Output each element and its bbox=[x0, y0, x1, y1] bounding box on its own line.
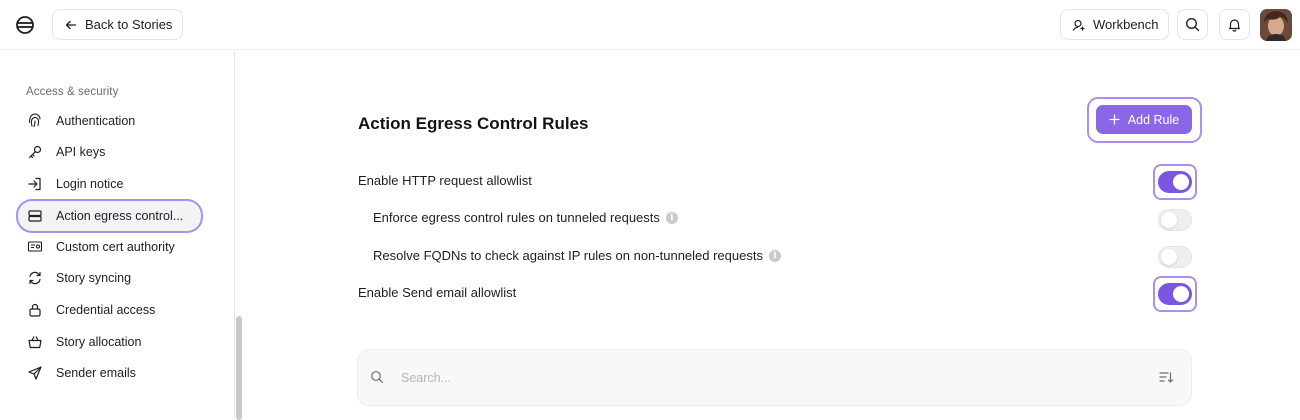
search-button[interactable] bbox=[1177, 9, 1208, 40]
setting-label: Resolve FQDNs to check against IP rules … bbox=[373, 248, 763, 263]
sidebar-item-custom-cert-authority[interactable]: Custom cert authority bbox=[18, 232, 212, 262]
key-icon bbox=[27, 144, 43, 160]
sidebar-item-label: Credential access bbox=[56, 303, 156, 317]
sidebar-scrollbar[interactable] bbox=[236, 316, 242, 420]
back-button-label: Back to Stories bbox=[85, 17, 173, 32]
search-icon bbox=[370, 370, 384, 384]
rules-search-input[interactable] bbox=[401, 368, 1101, 388]
top-bar: Back to Stories Workbench bbox=[0, 0, 1300, 50]
sidebar-item-label: Story allocation bbox=[56, 335, 142, 349]
workbench-button[interactable]: Workbench bbox=[1060, 9, 1169, 40]
login-icon bbox=[27, 176, 43, 192]
certificate-icon bbox=[27, 239, 43, 255]
send-icon bbox=[27, 365, 43, 381]
sidebar-item-label: API keys bbox=[56, 145, 106, 159]
workbench-label: Workbench bbox=[1093, 17, 1159, 32]
arrow-left-icon bbox=[65, 19, 77, 31]
plus-icon bbox=[1109, 114, 1120, 125]
toggle-knob bbox=[1161, 249, 1177, 265]
toggle-knob bbox=[1173, 286, 1189, 302]
sidebar-item-label: Action egress control... bbox=[56, 209, 184, 223]
setting-label: Enable Send email allowlist bbox=[358, 285, 517, 300]
sidebar-item-login-notice[interactable]: Login notice bbox=[18, 169, 212, 199]
user-avatar[interactable] bbox=[1260, 9, 1292, 41]
sidebar-item-label: Sender emails bbox=[56, 366, 136, 380]
sidebar-item-action-egress-control[interactable]: Action egress control... bbox=[18, 201, 201, 231]
toggle-knob bbox=[1173, 174, 1189, 190]
page-title: Action Egress Control Rules bbox=[358, 114, 589, 133]
send-email-allowlist-toggle[interactable] bbox=[1158, 283, 1192, 305]
lock-icon bbox=[27, 302, 43, 318]
setting-http-allowlist-label: Enable HTTP request allowlist bbox=[358, 173, 532, 188]
add-rule-label: Add Rule bbox=[1127, 112, 1180, 127]
add-rule-button[interactable]: Add Rule bbox=[1096, 105, 1192, 134]
resolve-fqdns-toggle[interactable] bbox=[1158, 246, 1192, 268]
toggle-knob bbox=[1161, 212, 1177, 228]
sidebar-item-api-keys[interactable]: API keys bbox=[18, 137, 212, 167]
app-logo-icon[interactable] bbox=[14, 14, 36, 36]
bell-icon bbox=[1227, 17, 1242, 32]
setting-enforce-tunneled-label: Enforce egress control rules on tunneled… bbox=[373, 210, 678, 225]
setting-label: Enable HTTP request allowlist bbox=[358, 173, 532, 188]
fingerprint-icon bbox=[27, 113, 43, 129]
notifications-button[interactable] bbox=[1219, 9, 1250, 40]
setting-resolve-fqdns-label: Resolve FQDNs to check against IP rules … bbox=[373, 248, 781, 263]
sidebar-item-label: Authentication bbox=[56, 114, 136, 128]
sort-icon[interactable] bbox=[1158, 369, 1174, 385]
sidebar-item-story-allocation[interactable]: Story allocation bbox=[18, 327, 212, 357]
sidebar-item-label: Story syncing bbox=[56, 271, 132, 285]
sidebar-item-sender-emails[interactable]: Sender emails bbox=[18, 358, 212, 388]
sidebar-item-authentication[interactable]: Authentication bbox=[18, 106, 212, 136]
info-icon[interactable]: i bbox=[768, 249, 781, 262]
enforce-tunneled-toggle[interactable] bbox=[1158, 209, 1192, 231]
sidebar-item-credential-access[interactable]: Credential access bbox=[18, 295, 212, 325]
sidebar-item-label: Login notice bbox=[56, 177, 124, 191]
back-to-stories-button[interactable]: Back to Stories bbox=[52, 9, 183, 40]
info-icon[interactable]: i bbox=[665, 211, 678, 224]
setting-label: Enforce egress control rules on tunneled… bbox=[373, 210, 660, 225]
sync-icon bbox=[27, 270, 43, 286]
settings-sidebar: Access & security Authentication API key… bbox=[0, 51, 246, 420]
basket-icon bbox=[27, 334, 43, 350]
setting-send-email-allowlist-label: Enable Send email allowlist bbox=[358, 285, 516, 300]
server-icon bbox=[27, 208, 43, 224]
sidebar-section-label: Access & security bbox=[26, 86, 119, 98]
workbench-icon bbox=[1072, 18, 1086, 32]
sidebar-item-label: Custom cert authority bbox=[56, 240, 175, 254]
search-icon bbox=[1185, 17, 1200, 32]
sidebar-item-story-syncing[interactable]: Story syncing bbox=[18, 263, 212, 293]
http-allowlist-toggle[interactable] bbox=[1158, 171, 1192, 193]
